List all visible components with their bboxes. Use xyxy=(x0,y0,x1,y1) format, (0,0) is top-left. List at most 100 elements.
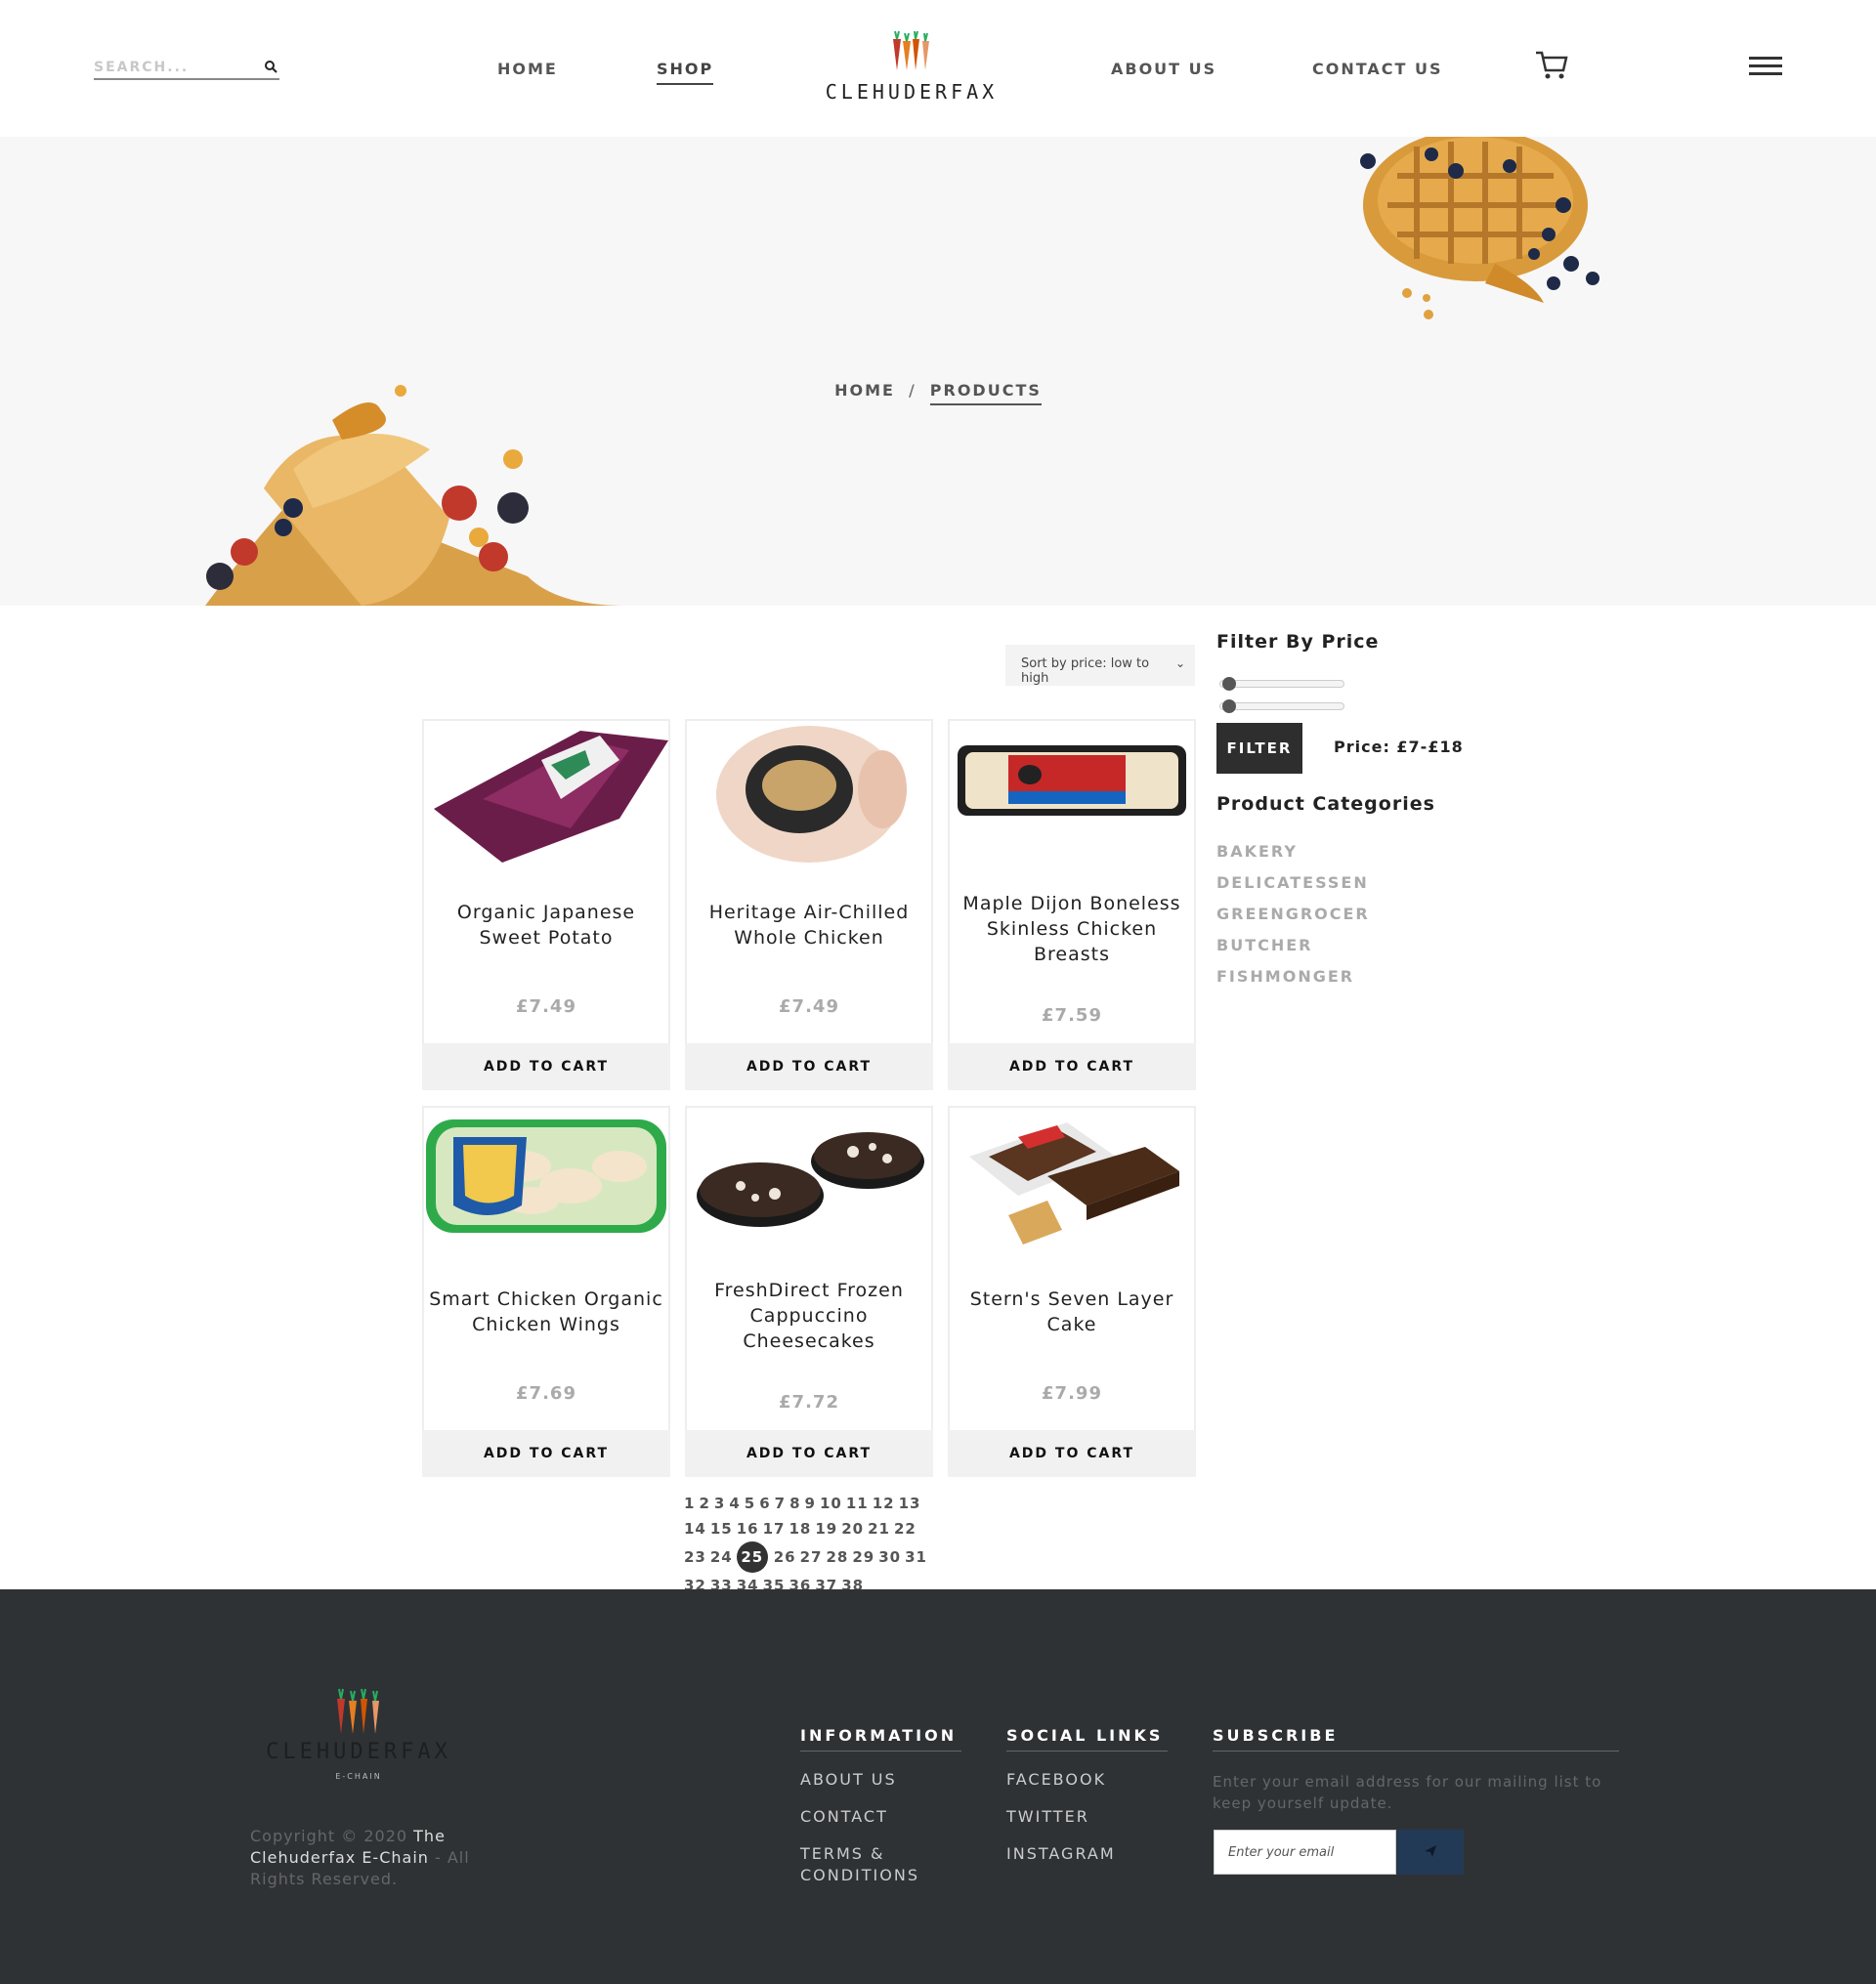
page-link[interactable]: 1 xyxy=(684,1491,695,1516)
category-link[interactable]: FISHMONGER xyxy=(1216,967,1354,986)
filter-button[interactable]: FILTER xyxy=(1216,723,1302,774)
product-card[interactable]: FreshDirect Frozen Cappuccino Cheesecake… xyxy=(685,1106,933,1477)
product-price: £7.49 xyxy=(779,996,839,1017)
product-title[interactable]: Organic Japanese Sweet Potato xyxy=(424,900,668,950)
subscribe-heading: SUBSCRIBE xyxy=(1213,1726,1619,1752)
send-icon xyxy=(1425,1844,1436,1857)
footer-logo[interactable]: CLEHUDERFAX E-CHAIN xyxy=(250,1687,467,1781)
cart-icon[interactable] xyxy=(1534,49,1569,82)
add-to-cart-button[interactable]: ADD TO CART xyxy=(948,1430,1196,1477)
page-link[interactable]: 6 xyxy=(759,1491,770,1516)
site-logo[interactable]: CLEHUDERFAX xyxy=(817,29,1006,107)
product-price: £7.49 xyxy=(516,996,576,1017)
search-input[interactable] xyxy=(94,58,250,75)
product-price: £7.69 xyxy=(516,1383,576,1404)
footer-link-facebook[interactable]: FACEBOOK xyxy=(1006,1769,1106,1791)
footer-link-instagram[interactable]: INSTAGRAM xyxy=(1006,1843,1116,1865)
add-to-cart-button[interactable]: ADD TO CART xyxy=(685,1043,933,1090)
footer-logo-subtitle: E-CHAIN xyxy=(335,1772,382,1781)
breadcrumb-separator: / xyxy=(908,381,917,400)
page-link[interactable]: 26 xyxy=(774,1544,796,1570)
copyright-prefix: Copyright © 2020 xyxy=(250,1827,414,1845)
nav-home[interactable]: HOME xyxy=(497,60,558,78)
page-link[interactable]: 27 xyxy=(800,1544,823,1570)
product-image xyxy=(716,726,907,863)
category-link[interactable]: DELICATESSEN xyxy=(1216,873,1369,892)
page-link[interactable]: 9 xyxy=(805,1491,816,1516)
footer-link-about[interactable]: ABOUT US xyxy=(800,1769,897,1791)
page-link[interactable]: 15 xyxy=(710,1516,733,1541)
footer-link-terms[interactable]: TERMS & CONDITIONS xyxy=(800,1843,947,1886)
page-link[interactable]: 4 xyxy=(729,1491,740,1516)
page-banner: HOME / PRODUCTS xyxy=(0,137,1876,606)
product-title[interactable]: Stern's Seven Layer Cake xyxy=(950,1287,1194,1337)
page-link[interactable]: 2 xyxy=(699,1491,709,1516)
breadcrumb-home[interactable]: HOME xyxy=(834,381,895,400)
page-link[interactable]: 28 xyxy=(827,1544,849,1570)
slider-handle[interactable] xyxy=(1222,677,1236,691)
footer-link-contact[interactable]: CONTACT xyxy=(800,1806,888,1828)
breadcrumb-current[interactable]: PRODUCTS xyxy=(929,381,1042,405)
page-link[interactable]: 8 xyxy=(789,1491,800,1516)
page-link[interactable]: 3 xyxy=(714,1491,725,1516)
page-link[interactable]: 13 xyxy=(899,1491,921,1516)
page-link[interactable]: 14 xyxy=(684,1516,706,1541)
nav-contact[interactable]: CONTACT US xyxy=(1312,60,1443,78)
product-image xyxy=(426,1119,666,1233)
page-link[interactable]: 5 xyxy=(745,1491,755,1516)
product-price: £7.72 xyxy=(779,1392,839,1413)
copyright: Copyright © 2020 The Clehuderfax E-Chain… xyxy=(250,1826,494,1890)
footer-link-twitter[interactable]: TWITTER xyxy=(1006,1806,1089,1828)
page-link[interactable]: 11 xyxy=(846,1491,869,1516)
page-link[interactable]: 12 xyxy=(873,1491,895,1516)
product-title[interactable]: Heritage Air-Chilled Whole Chicken xyxy=(687,900,931,950)
page-link[interactable]: 23 xyxy=(684,1544,706,1570)
crepe-image xyxy=(205,385,625,606)
nav-shop[interactable]: SHOP xyxy=(657,60,714,85)
sort-select[interactable]: Sort by price: low to high ⌄ xyxy=(1005,645,1195,686)
page-link[interactable]: 20 xyxy=(841,1516,864,1541)
product-image xyxy=(697,1132,924,1227)
search-box xyxy=(94,57,279,80)
email-field[interactable] xyxy=(1214,1830,1396,1875)
product-card[interactable]: Organic Japanese Sweet Potato £7.49 ADD … xyxy=(422,719,670,1090)
product-card[interactable]: Heritage Air-Chilled Whole Chicken £7.49… xyxy=(685,719,933,1090)
price-slider-max[interactable] xyxy=(1219,699,1344,713)
add-to-cart-button[interactable]: ADD TO CART xyxy=(685,1430,933,1477)
product-title[interactable]: Smart Chicken Organic Chicken Wings xyxy=(424,1287,668,1337)
page-link[interactable]: 24 xyxy=(710,1544,733,1570)
hamburger-menu-icon[interactable] xyxy=(1749,57,1782,82)
category-link[interactable]: BUTCHER xyxy=(1216,936,1312,954)
subscribe-button[interactable] xyxy=(1397,1830,1464,1875)
product-title[interactable]: Maple Dijon Boneless Skinless Chicken Br… xyxy=(950,891,1194,967)
add-to-cart-button[interactable]: ADD TO CART xyxy=(422,1043,670,1090)
page-link[interactable]: 18 xyxy=(789,1516,812,1541)
add-to-cart-button[interactable]: ADD TO CART xyxy=(422,1430,670,1477)
add-to-cart-button[interactable]: ADD TO CART xyxy=(948,1043,1196,1090)
page-link[interactable]: 21 xyxy=(868,1516,890,1541)
search-icon[interactable] xyxy=(264,60,277,73)
product-card[interactable]: Maple Dijon Boneless Skinless Chicken Br… xyxy=(948,719,1196,1090)
product-card[interactable]: Smart Chicken Organic Chicken Wings £7.6… xyxy=(422,1106,670,1477)
nav-about[interactable]: ABOUT US xyxy=(1111,60,1216,78)
product-card[interactable]: Stern's Seven Layer Cake £7.99 ADD TO CA… xyxy=(948,1106,1196,1477)
page-link-current[interactable]: 25 xyxy=(736,1541,768,1573)
page-link[interactable]: 7 xyxy=(775,1491,786,1516)
footer-logo-text: CLEHUDERFAX xyxy=(266,1740,451,1764)
page-link[interactable]: 30 xyxy=(878,1544,901,1570)
category-link[interactable]: BAKERY xyxy=(1216,842,1298,861)
category-link[interactable]: GREENGROCER xyxy=(1216,905,1370,923)
page-link[interactable]: 29 xyxy=(852,1544,874,1570)
product-title[interactable]: FreshDirect Frozen Cappuccino Cheesecake… xyxy=(687,1278,931,1354)
page-link[interactable]: 19 xyxy=(815,1516,837,1541)
logo-text: CLEHUDERFAX xyxy=(825,80,999,104)
page-link[interactable]: 17 xyxy=(763,1516,786,1541)
page-link[interactable]: 10 xyxy=(820,1491,842,1516)
price-range-label: Price: £7-£18 xyxy=(1334,738,1464,756)
page-link[interactable]: 22 xyxy=(894,1516,917,1541)
price-slider-min[interactable] xyxy=(1219,677,1344,691)
slider-handle[interactable] xyxy=(1222,699,1236,713)
page-link[interactable]: 16 xyxy=(737,1516,759,1541)
page-link[interactable]: 31 xyxy=(905,1544,927,1570)
sort-select-value: Sort by price: low to high xyxy=(1021,656,1150,686)
